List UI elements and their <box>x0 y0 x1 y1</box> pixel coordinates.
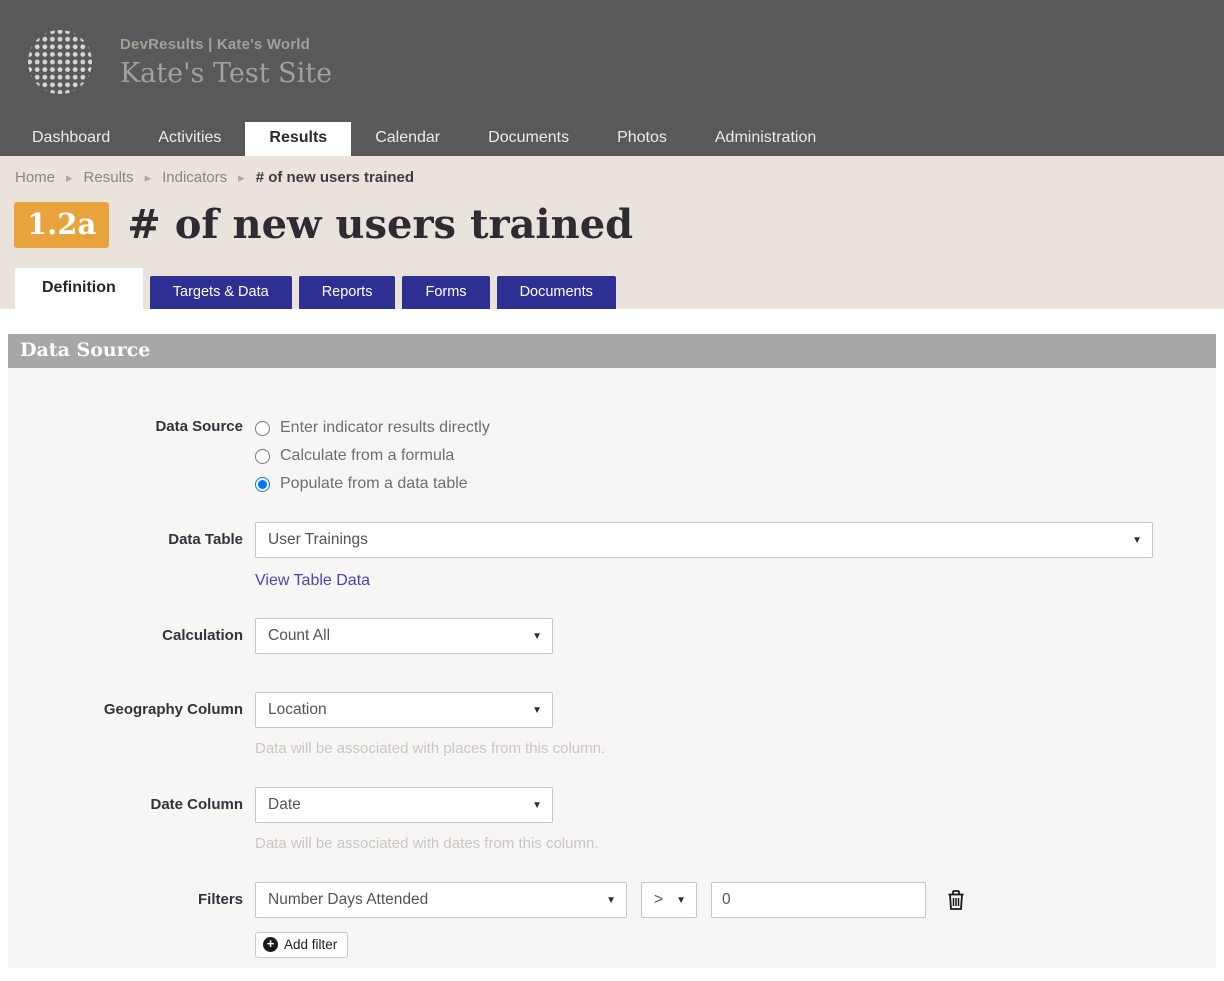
geography-column-select[interactable]: Location ▼ <box>255 692 553 728</box>
tab-documents[interactable]: Documents <box>496 276 616 309</box>
header-top: DevResults | Kate's World Kate's Test Si… <box>0 0 1224 122</box>
site-title: Kate's Test Site <box>120 57 333 89</box>
section-header-data-source: Data Source <box>8 334 1216 368</box>
tab-targets-data[interactable]: Targets & Data <box>149 276 292 309</box>
radio-enter-directly-input[interactable] <box>255 420 270 436</box>
chevron-down-icon: ▼ <box>532 630 542 642</box>
data-source-radio-group: Enter indicator results directly Calcula… <box>255 414 490 498</box>
date-column-label: Date Column <box>150 796 243 813</box>
app-header: DevResults | Kate's World Kate's Test Si… <box>0 0 1224 156</box>
breadcrumb-indicators[interactable]: Indicators <box>162 169 227 186</box>
breadcrumb-separator-icon: ▸ <box>66 169 73 185</box>
nav-item-activities[interactable]: Activities <box>134 122 245 156</box>
breadcrumb-current: # of new users trained <box>255 169 415 186</box>
filter-column-select[interactable]: Number Days Attended ▼ <box>255 882 627 918</box>
tab-definition[interactable]: Definition <box>15 268 143 309</box>
page-hero: Home ▸ Results ▸ Indicators ▸ # of new u… <box>0 156 1224 309</box>
data-source-form: Data Source Enter indicator results dire… <box>8 368 1216 968</box>
calculation-row: Calculation Count All ▼ <box>8 618 1216 654</box>
breadcrumb-home[interactable]: Home <box>15 169 55 186</box>
header-titles: DevResults | Kate's World Kate's Test Si… <box>120 36 332 89</box>
filter-operator-select[interactable]: > ▼ <box>641 882 697 918</box>
data-source-label: Data Source <box>155 418 243 435</box>
delete-filter-button[interactable] <box>946 889 966 911</box>
data-source-row: Data Source Enter indicator results dire… <box>8 414 1216 498</box>
geography-column-select-value: Location <box>268 701 327 718</box>
radio-populate-table-label: Populate from a data table <box>280 475 468 492</box>
chevron-down-icon: ▼ <box>532 799 542 811</box>
calculation-label: Calculation <box>162 627 243 644</box>
tab-reports[interactable]: Reports <box>298 276 396 309</box>
filters-row: Filters Number Days Attended ▼ > ▼ 0 + A… <box>8 882 1216 958</box>
date-help-text: Data will be associated with dates from … <box>255 835 599 852</box>
page-title: # of new users trained <box>127 201 634 248</box>
nav-item-administration[interactable]: Administration <box>691 122 840 156</box>
data-table-control: User Trainings ▼ View Table Data <box>255 522 1153 590</box>
date-column-select[interactable]: Date ▼ <box>255 787 553 823</box>
filter-value-input[interactable] <box>711 882 926 918</box>
add-filter-label: Add filter <box>284 937 338 952</box>
filter-column-select-value: Number Days Attended <box>268 891 429 908</box>
nav-item-dashboard[interactable]: Dashboard <box>8 122 134 156</box>
app-title: DevResults | Kate's World <box>120 35 311 53</box>
radio-enter-directly-label: Enter indicator results directly <box>280 419 490 436</box>
breadcrumb-separator-icon: ▸ <box>238 169 245 185</box>
chevron-down-icon: ▼ <box>606 894 616 906</box>
date-column-control: Date ▼ Data will be associated with date… <box>255 787 598 852</box>
geography-column-row: Geography Column Location ▼ Data will be… <box>8 692 1216 757</box>
plus-icon: + <box>263 937 278 952</box>
geography-column-control: Location ▼ Data will be associated with … <box>255 692 605 757</box>
filters-control: Number Days Attended ▼ > ▼ 0 + Add filte… <box>255 882 966 958</box>
radio-populate-table-input[interactable] <box>255 476 270 492</box>
chevron-down-icon: ▼ <box>532 704 542 716</box>
date-column-select-value: Date <box>268 796 301 813</box>
view-table-data-link[interactable]: View Table Data <box>255 572 370 590</box>
tab-forms[interactable]: Forms <box>402 276 490 309</box>
nav-item-calendar[interactable]: Calendar <box>351 122 464 156</box>
geography-help-text: Data will be associated with places from… <box>255 740 606 757</box>
radio-enter-directly[interactable]: Enter indicator results directly <box>255 414 490 442</box>
add-filter-button[interactable]: + Add filter <box>255 932 349 958</box>
page-tabs: Definition Targets & Data Reports Forms … <box>0 248 1224 309</box>
chevron-down-icon: ▼ <box>676 894 686 906</box>
data-table-label: Data Table <box>168 531 243 548</box>
radio-populate-table[interactable]: Populate from a data table <box>255 470 490 498</box>
indicator-code-badge: 1.2a <box>14 201 110 248</box>
data-table-select[interactable]: User Trainings ▼ <box>255 522 1153 558</box>
data-table-select-value: User Trainings <box>268 531 368 548</box>
chevron-down-icon: ▼ <box>1132 534 1142 546</box>
trash-icon <box>948 890 964 910</box>
filter-operator-value: > <box>654 891 664 908</box>
breadcrumb: Home ▸ Results ▸ Indicators ▸ # of new u… <box>0 169 1224 186</box>
date-column-row: Date Column Date ▼ Data will be associat… <box>8 787 1216 852</box>
breadcrumb-separator-icon: ▸ <box>144 169 152 185</box>
nav-item-photos[interactable]: Photos <box>593 122 691 156</box>
geography-column-label: Geography Column <box>103 701 243 718</box>
breadcrumb-results[interactable]: Results <box>84 169 134 186</box>
nav-item-documents[interactable]: Documents <box>464 122 593 156</box>
nav-item-results[interactable]: Results <box>245 122 352 156</box>
calculation-select[interactable]: Count All ▼ <box>255 618 553 654</box>
calculation-control: Count All ▼ <box>255 618 553 654</box>
data-table-row: Data Table User Trainings ▼ View Table D… <box>8 522 1216 590</box>
main-nav: Dashboard Activities Results Calendar Do… <box>0 122 1224 156</box>
title-row: 1.2a # of new users trained <box>0 186 1224 248</box>
radio-calculate-formula-input[interactable] <box>255 448 270 464</box>
radio-calculate-formula[interactable]: Calculate from a formula <box>255 442 490 470</box>
main-content: Data Source Data Source Enter indicator … <box>0 309 1224 968</box>
devresults-globe-logo[interactable] <box>28 30 92 94</box>
filters-label: Filters <box>197 891 243 908</box>
radio-calculate-formula-label: Calculate from a formula <box>280 447 455 464</box>
filter-line: Number Days Attended ▼ > ▼ <box>255 882 966 918</box>
calculation-select-value: Count All <box>268 627 331 644</box>
